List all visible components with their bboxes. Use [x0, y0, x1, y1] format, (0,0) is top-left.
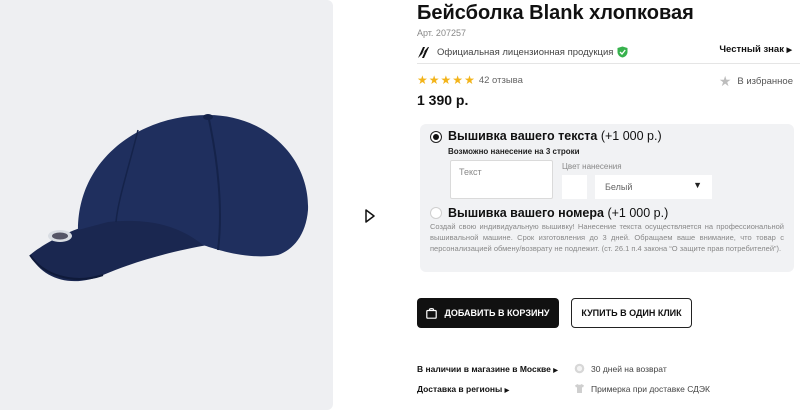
- regions-label: Доставка в регионы: [417, 384, 503, 394]
- option1-price: (+1 000 р.): [600, 129, 662, 143]
- try-on-label: Примерка при доставке СДЭК: [591, 383, 710, 394]
- tshirt-icon: [575, 384, 584, 393]
- option2-title[interactable]: Вышивка вашего номера (+1 000 р.): [448, 206, 668, 220]
- in-store-label: В наличии в магазине в Москве: [417, 364, 551, 374]
- option2-price: (+1 000 р.): [607, 206, 669, 220]
- personalization-note: Создай свою индивидуальную вышивку! Нане…: [430, 222, 784, 253]
- personalization-panel: Вышивка вашего текста (+1 000 р.) Возмож…: [420, 124, 794, 272]
- option1-subtitle: Возможно нанесение на 3 строки: [448, 147, 580, 156]
- star-icon: ★: [452, 73, 464, 87]
- color-select-value: Белый: [605, 182, 633, 192]
- favorite-button[interactable]: ★ В избранное: [719, 73, 793, 90]
- option2-radio[interactable]: [430, 207, 442, 219]
- try-on-info: Примерка при доставке СДЭК: [574, 383, 710, 394]
- star-icon: ★: [440, 73, 452, 87]
- product-price: 1 390 р.: [417, 92, 469, 108]
- add-to-cart-label: ДОБАВИТЬ В КОРЗИНУ: [444, 308, 550, 318]
- in-store-link[interactable]: В наличии в магазине в Москве ▶: [417, 364, 558, 374]
- brand-logo-icon: [418, 46, 429, 58]
- rating[interactable]: ★ ★ ★ ★ ★ 42 отзыва: [417, 73, 523, 87]
- caret-right-icon: ▶: [553, 368, 558, 374]
- option1-label: Вышивка вашего текста: [448, 129, 598, 143]
- shield-check-icon: [617, 46, 628, 58]
- color-select[interactable]: Белый ▼: [595, 175, 712, 199]
- star-outline-icon: ★: [718, 73, 732, 89]
- star-icon: ★: [428, 73, 440, 87]
- one-click-label: КУПИТЬ В ОДИН КЛИК: [581, 308, 682, 318]
- caret-right-icon: ▶: [504, 388, 510, 394]
- chestny-znak-label: Честный знак: [719, 44, 784, 55]
- product-sku: Арт. 207257: [417, 28, 466, 38]
- chestny-znak-link[interactable]: Честный знак ▶: [719, 44, 792, 55]
- regions-delivery-link[interactable]: Доставка в регионы ▶: [417, 384, 509, 394]
- option1-title[interactable]: Вышивка вашего текста (+1 000 р.): [448, 129, 662, 143]
- returns-info: 30 дней на возврат: [574, 363, 667, 374]
- add-to-cart-button[interactable]: ДОБАВИТЬ В КОРЗИНУ: [417, 298, 559, 328]
- return-badge-icon: [574, 363, 585, 374]
- returns-label: 30 дней на возврат: [591, 363, 667, 374]
- color-swatch[interactable]: [562, 175, 587, 199]
- review-count[interactable]: 42 отзыва: [479, 75, 523, 86]
- product-title: Бейсболка Blank хлопковая: [417, 2, 694, 24]
- license-row: Официальная лицензионная продукция Честн…: [417, 44, 800, 60]
- star-icon: ★: [464, 73, 475, 87]
- star-icon: ★: [417, 73, 428, 87]
- divider: [417, 63, 800, 64]
- text-placeholder: Текст: [459, 167, 482, 177]
- one-click-buy-button[interactable]: КУПИТЬ В ОДИН КЛИК: [571, 298, 692, 328]
- color-label: Цвет нанесения: [562, 162, 622, 171]
- product-gallery: [0, 0, 333, 410]
- caret-right-icon: ▶: [786, 47, 792, 54]
- next-arrow-icon[interactable]: [364, 209, 376, 223]
- license-text: Официальная лицензионная продукция: [437, 46, 614, 58]
- option2-label: Вышивка вашего номера: [448, 206, 604, 220]
- shopping-bag-icon: [426, 308, 438, 319]
- favorite-label: В избранное: [737, 76, 793, 87]
- product-image: [29, 114, 309, 282]
- option1-radio[interactable]: [430, 131, 442, 143]
- dropdown-triangle-icon: ▼: [693, 180, 702, 190]
- text-input[interactable]: Текст: [450, 160, 553, 199]
